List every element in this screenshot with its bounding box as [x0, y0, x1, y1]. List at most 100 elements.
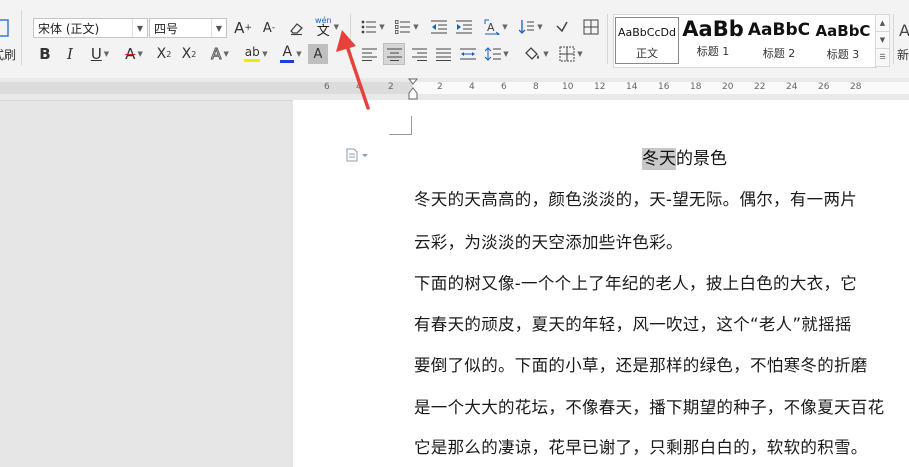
chevron-down-icon[interactable]: ▼ — [379, 23, 384, 31]
ruler-tick: 6 — [324, 82, 330, 92]
line-spacing-button[interactable]: ▼ — [482, 43, 512, 65]
annotation-arrow — [336, 30, 370, 110]
new-style-label[interactable]: 新 — [897, 46, 909, 63]
svg-text:A: A — [487, 21, 495, 34]
indent-marker[interactable] — [407, 78, 419, 100]
style-expand-icon[interactable]: ☰ — [875, 48, 890, 67]
ruler-tick: 4 — [469, 82, 475, 92]
paragraph-mark-icon — [556, 21, 568, 33]
ruler-tick: 12 — [594, 82, 606, 92]
ruler-tick: 10 — [562, 82, 574, 92]
font-size-combo[interactable]: 四号 ▼ — [149, 18, 227, 38]
ruler-tick: 20 — [722, 82, 734, 92]
increase-indent-button[interactable] — [453, 16, 475, 38]
chevron-down-icon[interactable]: ▼ — [132, 19, 147, 37]
distributed-icon — [460, 48, 476, 59]
superscript-button[interactable]: X2 — [153, 43, 175, 65]
paint-bucket-icon — [525, 47, 540, 60]
chevron-down-icon[interactable]: ▼ — [296, 50, 301, 58]
svg-text:A: A — [899, 21, 909, 40]
table-icon — [583, 19, 599, 35]
body-line[interactable]: 有春天的顽皮，夏天的年轻，风一吹过，这个“老人”就摇摇 — [414, 311, 852, 335]
chevron-down-icon[interactable]: ▼ — [211, 19, 226, 37]
borders-icon — [559, 46, 575, 62]
chevron-down-icon[interactable]: ▼ — [543, 50, 548, 58]
borders-button[interactable]: ▼ — [556, 43, 586, 65]
paragraph-shading-button[interactable]: ▼ — [520, 43, 552, 65]
font-name-value: 宋体 (正文) — [38, 21, 100, 36]
numbered-list-icon — [395, 20, 411, 34]
body-line[interactable]: 下面的树又像-一个个上了年纪的老人，披上白色的大衣，它 — [414, 270, 857, 294]
ruler-tick: 2 — [437, 82, 443, 92]
chevron-down-icon[interactable]: ▼ — [104, 50, 109, 58]
shrink-font-button[interactable]: A- — [258, 17, 280, 39]
ruler-tick: 14 — [626, 82, 638, 92]
strikethrough-button[interactable]: A ▼ — [119, 43, 149, 65]
clear-format-button[interactable] — [285, 17, 307, 39]
chevron-down-icon[interactable]: ▼ — [137, 50, 142, 58]
ruler-tick: 2 — [388, 82, 394, 92]
body-line[interactable]: 要倒了似的。下面的小草，还是那样的绿色，不怕寒冬的折磨 — [414, 352, 868, 376]
format-painter-label[interactable]: 式刷 — [0, 46, 16, 63]
document-page[interactable]: 冬天的景色 冬天的天高高的，颜色淡淡的，天-望无际。偶尔，有一两片 云彩，为淡淡… — [293, 100, 909, 467]
document-title[interactable]: 冬天的景色 — [642, 144, 727, 170]
horizontal-ruler: 6 4 2 2 4 6 8 10 12 14 16 18 20 22 24 26… — [0, 78, 909, 101]
font-name-combo[interactable]: 宋体 (正文) ▼ — [33, 18, 148, 38]
align-right-icon — [411, 48, 427, 61]
title-rest: 的景色 — [676, 149, 727, 169]
font-color-bar — [280, 60, 295, 63]
body-line[interactable]: 是一个大大的花坛，不像春天，播下期望的种子，不像夏天百花 — [414, 394, 884, 418]
ruler-tick: 8 — [533, 82, 539, 92]
style-heading-2[interactable]: AaBbC 标题 2 — [747, 17, 811, 64]
align-center-icon — [386, 48, 402, 61]
font-color-button[interactable]: A ▼ — [276, 43, 306, 65]
align-center-button[interactable] — [383, 43, 405, 65]
style-heading-3[interactable]: AaBbC 标题 3 — [812, 17, 874, 64]
distributed-button[interactable] — [457, 43, 479, 65]
show-hide-marks-button[interactable] — [551, 16, 573, 38]
underline-button[interactable]: U ▼ — [85, 43, 115, 65]
format-painter-icon[interactable] — [0, 18, 12, 40]
ruler-tick: 16 — [658, 82, 670, 92]
ruler-tick: 24 — [786, 82, 798, 92]
chevron-down-icon[interactable]: ▼ — [537, 23, 542, 31]
highlight-button[interactable]: ab ▼ — [240, 43, 272, 65]
chevron-down-icon[interactable]: ▼ — [503, 50, 508, 58]
eraser-icon — [290, 23, 303, 36]
body-line[interactable]: 冬天的天高高的，颜色淡淡的，天-望无际。偶尔，有一两片 — [414, 186, 857, 210]
page-corner-mark — [389, 116, 412, 135]
document-outline-icon[interactable] — [346, 147, 370, 162]
chevron-down-icon[interactable]: ▼ — [413, 23, 418, 31]
body-line[interactable]: 它是那么的凄谅，花早已谢了，只剩那白白的，软软的积雪。 — [414, 434, 868, 458]
justify-button[interactable] — [432, 43, 454, 65]
new-style-icon[interactable]: A — [897, 20, 909, 40]
style-normal[interactable]: AaBbCcDd 正文 — [615, 17, 679, 64]
title-selected-text[interactable]: 冬天 — [642, 148, 676, 170]
chevron-down-icon[interactable]: ▼ — [223, 50, 228, 58]
chevron-down-icon[interactable]: ▼ — [262, 50, 267, 58]
grow-font-button[interactable]: A + — [232, 17, 254, 39]
text-direction-button[interactable]: A ▼ — [481, 16, 511, 38]
align-right-button[interactable] — [408, 43, 430, 65]
ribbon-toolbar: 式刷 宋体 (正文) ▼ 四号 ▼ A+ A- wén 文 ▼ B I U ▼ — [0, 0, 909, 78]
font-size-value: 四号 — [154, 21, 179, 36]
ruler-tick: 26 — [818, 82, 830, 92]
decrease-indent-button[interactable] — [428, 16, 450, 38]
chevron-down-icon[interactable]: ▼ — [502, 23, 507, 31]
subscript-button[interactable]: X2 — [178, 43, 200, 65]
ruler-tick: 6 — [501, 82, 507, 92]
sort-button[interactable]: ▼ — [516, 16, 546, 38]
line-spacing-icon — [485, 47, 502, 61]
decrease-indent-icon — [431, 20, 447, 34]
chevron-down-icon[interactable]: ▼ — [577, 50, 582, 58]
character-shading-button[interactable]: A — [308, 44, 328, 64]
style-heading-1[interactable]: AaBb 标题 1 — [681, 17, 745, 64]
ruler-tick: 18 — [690, 82, 702, 92]
phonetic-guide-char: 文 — [316, 23, 330, 39]
numbered-list-button[interactable]: ▼ — [392, 16, 422, 38]
italic-button[interactable]: I — [60, 43, 80, 65]
text-effect-button[interactable]: A ▼ — [205, 43, 235, 65]
bold-button[interactable]: B — [35, 43, 55, 65]
body-line[interactable]: 云彩，为淡淡的天空添加些许色彩。 — [414, 229, 683, 253]
table-grid-button[interactable] — [580, 16, 602, 38]
